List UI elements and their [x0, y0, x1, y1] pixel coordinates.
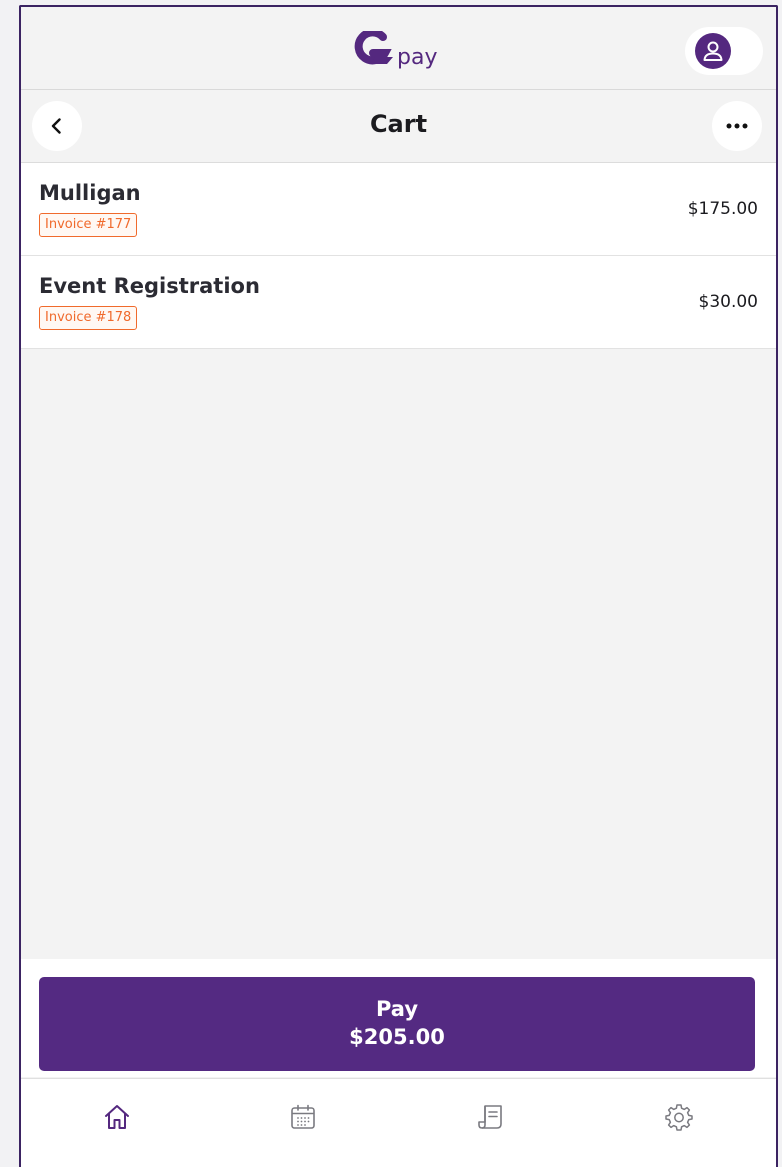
calendar-icon [291, 1104, 315, 1129]
top-bar: pay [21, 7, 776, 90]
ellipsis-icon [726, 123, 748, 129]
profile-button[interactable] [685, 27, 763, 75]
pay-button-amount: $205.00 [349, 1025, 445, 1049]
tab-home[interactable] [97, 1097, 137, 1137]
gpay-logo: pay [353, 31, 463, 71]
invoice-badge: Invoice #178 [39, 306, 138, 330]
pay-button-label: Pay [375, 997, 419, 1021]
gear-icon [665, 1104, 693, 1131]
app-window: pay Cart Mulligan Invoice #177 $175.00 E… [19, 5, 778, 1167]
cart-item[interactable]: Mulligan Invoice #177 $175.00 [21, 163, 776, 256]
home-icon [105, 1105, 129, 1129]
tab-receipts[interactable] [471, 1097, 511, 1137]
tab-calendar[interactable] [283, 1097, 323, 1137]
tab-settings[interactable] [659, 1097, 699, 1137]
user-icon [695, 33, 731, 69]
receipt-icon [478, 1105, 502, 1129]
cart-item-list: Mulligan Invoice #177 $175.00 Event Regi… [21, 163, 776, 349]
logo-g-mark [354, 31, 393, 65]
pay-button[interactable]: Pay $205.00 [39, 977, 755, 1071]
page-header: Cart [21, 90, 776, 163]
cart-item-price: $30.00 [698, 292, 758, 312]
cart-item-name: Event Registration [39, 274, 260, 298]
page-title: Cart [369, 110, 428, 138]
more-options-button[interactable] [712, 101, 762, 151]
cart-item-price: $175.00 [687, 199, 758, 219]
bottom-nav [21, 1078, 776, 1167]
cart-item-name: Mulligan [39, 181, 141, 205]
cart-item[interactable]: Event Registration Invoice #178 $30.00 [21, 256, 776, 349]
pay-area: Pay $205.00 [21, 959, 776, 1077]
invoice-badge: Invoice #177 [39, 213, 138, 237]
logo-text: pay [397, 45, 438, 70]
